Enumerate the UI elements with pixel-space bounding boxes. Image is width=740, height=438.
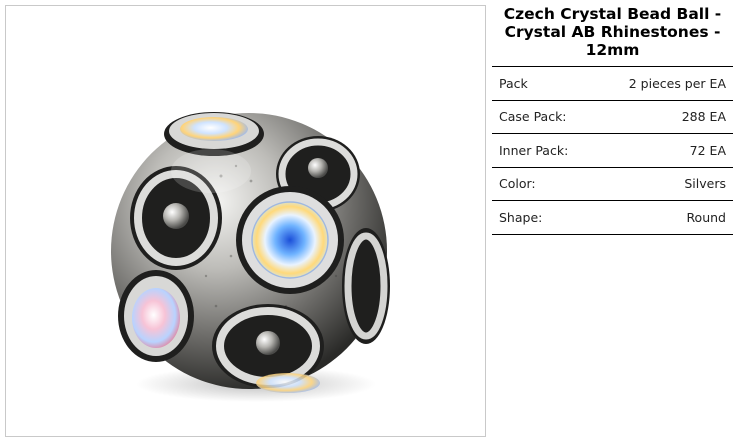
spec-label: Color: <box>492 166 596 201</box>
product-info-panel: Czech Crystal Bead Ball - Crystal AB Rhi… <box>492 5 733 235</box>
spec-row-color: Color: Silvers <box>492 166 733 201</box>
product-page: Czech Crystal Bead Ball - Crystal AB Rhi… <box>0 0 740 438</box>
spec-label: Inner Pack: <box>492 133 596 167</box>
spec-table: Pack 2 pieces per EA Case Pack: 288 EA I… <box>492 66 733 235</box>
spec-value: 288 EA <box>595 99 733 134</box>
spec-row-case-pack: Case Pack: 288 EA <box>492 99 733 134</box>
spec-label: Shape: <box>492 200 596 235</box>
spec-value: 72 EA <box>595 133 733 167</box>
spec-value: Round <box>595 200 733 235</box>
product-image[interactable] <box>6 6 485 436</box>
spec-label: Pack <box>492 66 596 100</box>
product-title: Czech Crystal Bead Ball - Crystal AB Rhi… <box>503 5 722 59</box>
spec-label: Case Pack: <box>492 99 596 134</box>
product-image-frame <box>5 5 486 437</box>
spec-value: 2 pieces per EA <box>595 66 733 100</box>
spec-row-inner-pack: Inner Pack: 72 EA <box>492 133 733 167</box>
spec-row-pack: Pack 2 pieces per EA <box>492 66 733 100</box>
spec-value: Silvers <box>595 166 733 201</box>
spec-row-shape: Shape: Round <box>492 200 733 235</box>
